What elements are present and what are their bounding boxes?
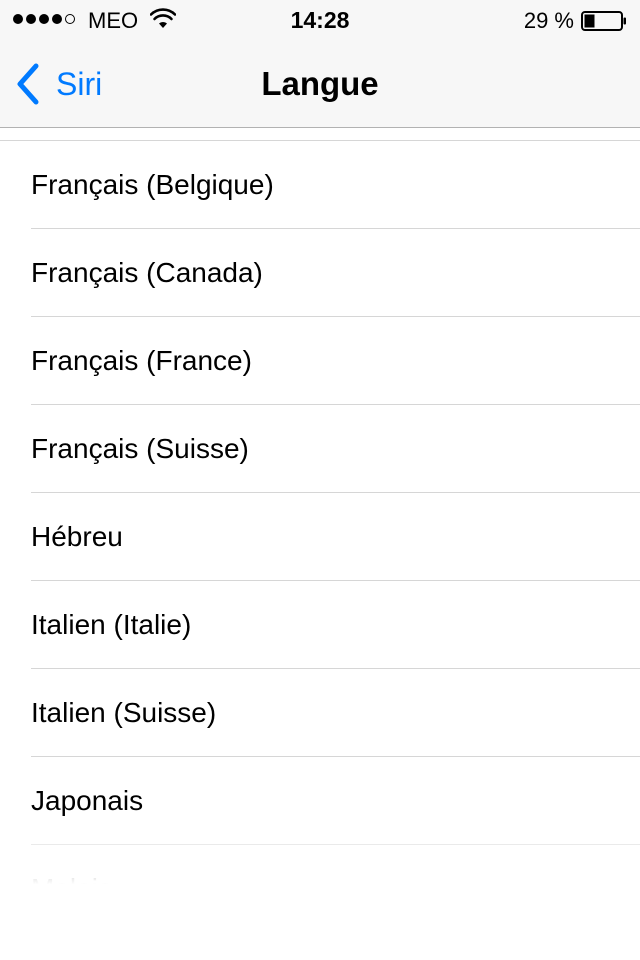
status-bar: MEO 14:28 29 % (0, 0, 640, 40)
list-item-label: Japonais (31, 785, 144, 816)
battery-fill (584, 14, 595, 28)
top-bar: MEO 14:28 29 % Siri Langue (0, 0, 640, 128)
list-item-label: Français (Belgique) (31, 169, 274, 200)
list-item-label: Français (France) (31, 345, 252, 376)
list-item-label: Malais (31, 873, 112, 890)
list-item-label: Italien (Suisse) (31, 697, 217, 728)
list-item-label: Italien (Italie) (31, 609, 192, 640)
list-item[interactable]: Français (Belgique) (0, 141, 640, 229)
list-item-label: Hébreu (31, 521, 123, 552)
battery-icon (581, 11, 626, 31)
list-item[interactable]: Italien (Italie) (0, 581, 640, 669)
list-item[interactable]: Français (Canada) (0, 229, 640, 317)
list-item[interactable]: Italien (Suisse) (0, 669, 640, 757)
list-item[interactable]: Malais (0, 845, 640, 890)
list-item-label: Français (Canada) (31, 257, 263, 288)
list-item[interactable]: Français (France) (0, 317, 640, 405)
list-item[interactable]: Hébreu (0, 493, 640, 581)
list-item-label: Français (Suisse) (31, 433, 249, 464)
list-item[interactable]: Japonais (0, 757, 640, 845)
language-list[interactable]: Français (Belgique) Français (Canada) Fr… (0, 140, 640, 890)
battery-percentage: 29 % (523, 8, 574, 33)
list-item[interactable]: Français (Suisse) (0, 405, 640, 493)
page-title: Langue (261, 65, 379, 102)
